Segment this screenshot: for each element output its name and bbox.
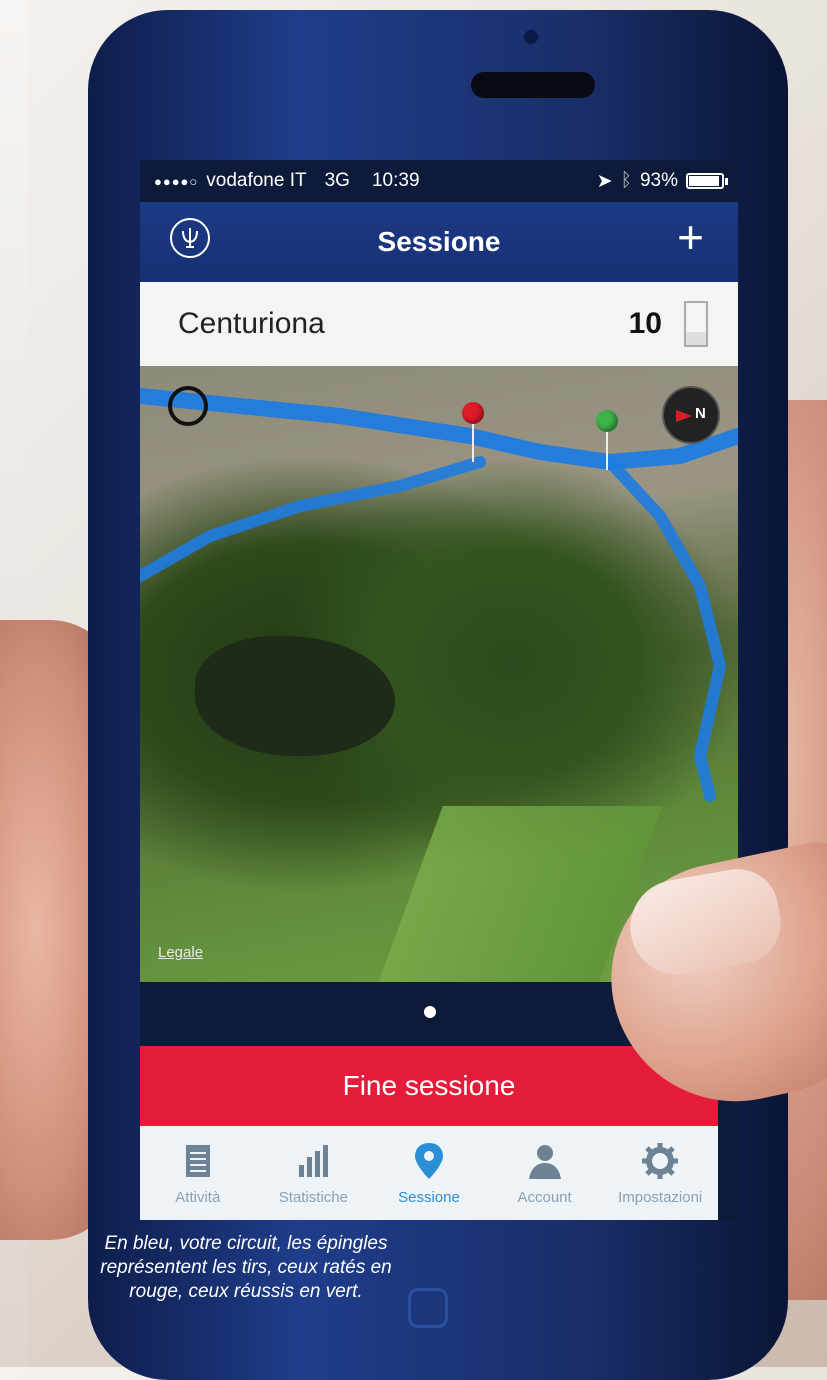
beretta-logo-icon[interactable] [170, 218, 210, 258]
compass-needle [676, 410, 692, 422]
bar-chart-icon [299, 1144, 329, 1177]
end-session-button[interactable]: Fine sessione [140, 1046, 718, 1126]
status-time: 10:39 [371, 170, 420, 191]
compass-letter: N [695, 405, 706, 422]
gear-icon [642, 1142, 679, 1179]
shot-count: 10 [628, 307, 662, 340]
home-button[interactable] [408, 1288, 448, 1328]
route-path-branch [140, 456, 727, 802]
signal-strength-icon: ●●●●○ [154, 173, 199, 189]
network-type: 3G [324, 170, 350, 191]
status-right: ➤ ᛒ 93% [596, 170, 728, 193]
pin-head [596, 410, 618, 432]
route-path [140, 388, 738, 471]
carrier-name: vodafone IT [206, 170, 307, 191]
earpiece-speaker [471, 72, 595, 98]
missed-shot-pin[interactable] [462, 402, 484, 462]
status-bar: ●●●●○ vodafone IT 3G 10:39 ➤ ᛒ 93% [140, 160, 738, 202]
bluetooth-icon: ᛒ [620, 170, 632, 191]
trident-icon [182, 228, 198, 248]
tab-sessione[interactable]: Sessione [371, 1126, 487, 1220]
add-button[interactable]: + [677, 214, 704, 260]
battery-icon [686, 173, 728, 189]
pin-head [462, 402, 484, 424]
tab-label: Statistiche [278, 1188, 348, 1206]
navigation-bar: Sessione + [140, 202, 738, 282]
user-icon [528, 1144, 561, 1179]
tab-label: Attività [175, 1188, 221, 1206]
tab-statistiche[interactable]: Statistiche [256, 1126, 372, 1220]
location-arrow-icon: ➤ [596, 170, 613, 192]
field-selector[interactable]: Centuriona 10 [140, 282, 738, 367]
battery-percent: 93% [639, 170, 678, 191]
field-name: Centuriona [178, 307, 325, 340]
gauge-level [686, 332, 706, 345]
cartridge-gauge-icon [684, 301, 708, 347]
tab-label: Account [517, 1188, 572, 1206]
hit-shot-pin[interactable] [596, 410, 618, 470]
tab-attivita[interactable]: Attività [140, 1126, 256, 1220]
pin-stick [606, 432, 608, 470]
battery-fill [689, 176, 719, 186]
legal-link[interactable]: Legale [158, 944, 203, 961]
page-indicator-dot [424, 1006, 436, 1018]
compass-icon[interactable]: N [662, 386, 720, 444]
tab-label: Sessione [398, 1188, 460, 1206]
tab-impostazioni[interactable]: Impostazioni [602, 1126, 718, 1220]
page-title: Sessione [377, 226, 501, 257]
location-pin-icon [414, 1142, 443, 1179]
tab-bar: Attività Statistiche Sessione Account Im… [140, 1126, 718, 1220]
tab-account[interactable]: Account [487, 1126, 603, 1220]
front-camera [524, 30, 538, 44]
pin-stick [472, 424, 474, 462]
tab-label: Impostazioni [618, 1188, 703, 1206]
photo-caption: En bleu, votre circuit, les épingles rep… [100, 1233, 392, 1302]
list-icon [185, 1144, 210, 1177]
